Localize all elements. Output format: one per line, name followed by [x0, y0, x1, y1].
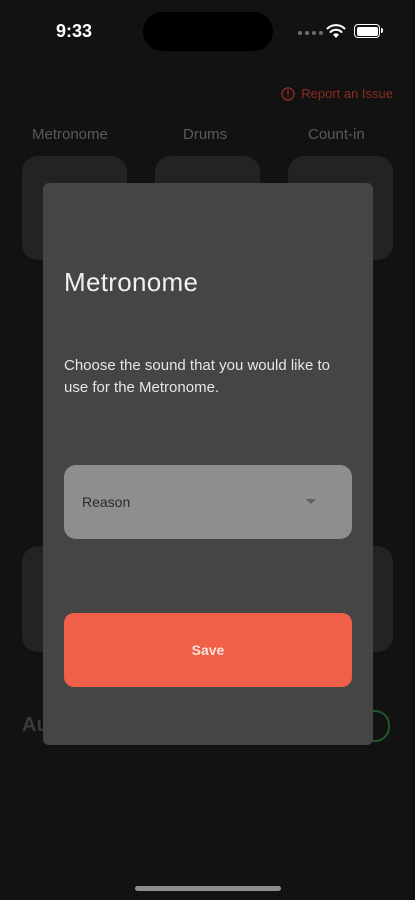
tab-count-in[interactable]: Count-in — [308, 126, 365, 143]
tab-metronome[interactable]: Metronome — [32, 126, 108, 143]
modal-title: Metronome — [64, 267, 199, 297]
report-issue-link[interactable]: Report an Issue — [281, 86, 393, 101]
modal-description: Choose the sound that you would like to … — [64, 357, 331, 396]
home-indicator[interactable] — [135, 886, 281, 891]
report-issue-label: Report an Issue — [301, 86, 393, 101]
dynamic-island — [143, 12, 273, 51]
status-bar: 9:33 — [0, 0, 415, 62]
status-time: 9:33 — [56, 21, 93, 41]
metronome-sound-modal: Metronome Choose the sound that you woul… — [43, 183, 373, 745]
battery-icon — [354, 24, 383, 38]
alert-circle-icon — [281, 86, 295, 101]
select-value: Reason — [82, 494, 131, 510]
cellular-signal-icon — [298, 31, 323, 35]
save-button[interactable]: Save — [64, 613, 352, 687]
chevron-down-icon — [306, 499, 316, 504]
wifi-icon — [326, 24, 346, 38]
tab-drums[interactable]: Drums — [183, 126, 227, 143]
sound-select-dropdown[interactable]: Reason — [64, 465, 352, 539]
